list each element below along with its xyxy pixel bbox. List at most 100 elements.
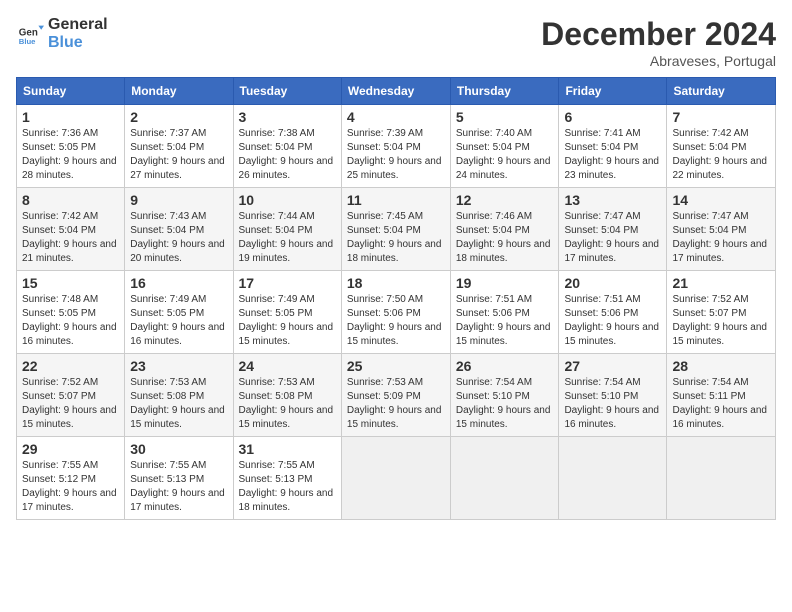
day-info: Sunrise: 7:51 AMSunset: 5:06 PMDaylight:…	[456, 293, 554, 349]
day-cell: 29 Sunrise: 7:55 AMSunset: 5:12 PMDayligh…	[17, 437, 125, 520]
day-number: 20	[564, 275, 661, 291]
day-cell: 5 Sunrise: 7:40 AMSunset: 5:04 PMDaylight…	[450, 105, 559, 188]
day-cell	[341, 437, 450, 520]
day-number: 2	[130, 109, 227, 125]
day-info: Sunrise: 7:54 AMSunset: 5:10 PMDaylight:…	[564, 376, 661, 432]
svg-text:Blue: Blue	[19, 37, 36, 46]
day-number: 14	[672, 192, 770, 208]
day-number: 22	[22, 358, 119, 374]
col-header-tuesday: Tuesday	[233, 78, 341, 105]
week-row-2: 8 Sunrise: 7:42 AMSunset: 5:04 PMDaylight…	[17, 188, 776, 271]
day-cell: 13Sunrise: 7:47 AMSunset: 5:04 PMDayligh…	[559, 188, 667, 271]
day-cell: 19Sunrise: 7:51 AMSunset: 5:06 PMDayligh…	[450, 271, 559, 354]
day-cell: 28 Sunrise: 7:54 AMSunset: 5:11 PMDayligh…	[667, 354, 776, 437]
day-info: Sunrise: 7:40 AMSunset: 5:04 PMDaylight:…	[456, 127, 554, 183]
day-number: 17	[239, 275, 336, 291]
day-number: 24	[239, 358, 336, 374]
day-info: Sunrise: 7:54 AMSunset: 5:10 PMDaylight:…	[456, 376, 554, 432]
day-info: Sunrise: 7:54 AMSunset: 5:11 PMDaylight:…	[672, 376, 770, 432]
week-row-5: 29 Sunrise: 7:55 AMSunset: 5:12 PMDayligh…	[17, 437, 776, 520]
day-cell: 9Sunrise: 7:43 AMSunset: 5:04 PMDaylight…	[125, 188, 233, 271]
day-info: Sunrise: 7:44 AMSunset: 5:04 PMDaylight:…	[239, 210, 336, 266]
day-cell	[559, 437, 667, 520]
day-number: 1	[22, 109, 119, 125]
col-header-sunday: Sunday	[17, 78, 125, 105]
day-info: Sunrise: 7:49 AMSunset: 5:05 PMDaylight:…	[239, 293, 336, 349]
day-number: 7	[672, 109, 770, 125]
col-header-thursday: Thursday	[450, 78, 559, 105]
day-info: Sunrise: 7:39 AMSunset: 5:04 PMDaylight:…	[347, 127, 445, 183]
day-info: Sunrise: 7:42 AMSunset: 5:04 PMDaylight:…	[22, 210, 119, 266]
day-cell: 8 Sunrise: 7:42 AMSunset: 5:04 PMDaylight…	[17, 188, 125, 271]
day-cell: 4 Sunrise: 7:39 AMSunset: 5:04 PMDaylight…	[341, 105, 450, 188]
week-row-3: 15 Sunrise: 7:48 AMSunset: 5:05 PMDayligh…	[17, 271, 776, 354]
day-info: Sunrise: 7:48 AMSunset: 5:05 PMDaylight:…	[22, 293, 119, 349]
day-info: Sunrise: 7:53 AMSunset: 5:08 PMDaylight:…	[130, 376, 227, 432]
calendar-table: SundayMondayTuesdayWednesdayThursdayFrid…	[16, 77, 776, 520]
day-cell	[450, 437, 559, 520]
day-number: 10	[239, 192, 336, 208]
title-block: December 2024 Abraveses, Portugal	[541, 16, 776, 69]
day-info: Sunrise: 7:52 AMSunset: 5:07 PMDaylight:…	[22, 376, 119, 432]
day-cell: 24Sunrise: 7:53 AMSunset: 5:08 PMDayligh…	[233, 354, 341, 437]
day-number: 16	[130, 275, 227, 291]
logo-icon: Gen Blue	[16, 20, 44, 48]
day-cell	[667, 437, 776, 520]
day-number: 13	[564, 192, 661, 208]
location: Abraveses, Portugal	[541, 53, 776, 69]
day-number: 3	[239, 109, 336, 125]
day-info: Sunrise: 7:49 AMSunset: 5:05 PMDaylight:…	[130, 293, 227, 349]
week-row-4: 22 Sunrise: 7:52 AMSunset: 5:07 PMDayligh…	[17, 354, 776, 437]
day-number: 8	[22, 192, 119, 208]
day-number: 28	[672, 358, 770, 374]
day-cell: 22 Sunrise: 7:52 AMSunset: 5:07 PMDayligh…	[17, 354, 125, 437]
day-cell: 1 Sunrise: 7:36 AMSunset: 5:05 PMDaylight…	[17, 105, 125, 188]
day-cell: 10 Sunrise: 7:44 AMSunset: 5:04 PMDayligh…	[233, 188, 341, 271]
day-cell: 15 Sunrise: 7:48 AMSunset: 5:05 PMDayligh…	[17, 271, 125, 354]
day-cell: 7 Sunrise: 7:42 AMSunset: 5:04 PMDaylight…	[667, 105, 776, 188]
day-info: Sunrise: 7:55 AMSunset: 5:13 PMDaylight:…	[239, 459, 336, 515]
day-info: Sunrise: 7:52 AMSunset: 5:07 PMDaylight:…	[672, 293, 770, 349]
month-title: December 2024	[541, 16, 776, 53]
day-info: Sunrise: 7:37 AMSunset: 5:04 PMDaylight:…	[130, 127, 227, 183]
day-number: 26	[456, 358, 554, 374]
day-cell: 18Sunrise: 7:50 AMSunset: 5:06 PMDayligh…	[341, 271, 450, 354]
day-cell: 6 Sunrise: 7:41 AMSunset: 5:04 PMDaylight…	[559, 105, 667, 188]
day-number: 29	[22, 441, 119, 457]
day-number: 25	[347, 358, 445, 374]
day-number: 30	[130, 441, 227, 457]
day-info: Sunrise: 7:45 AMSunset: 5:04 PMDaylight:…	[347, 210, 445, 266]
day-cell: 23 Sunrise: 7:53 AMSunset: 5:08 PMDayligh…	[125, 354, 233, 437]
day-number: 5	[456, 109, 554, 125]
day-info: Sunrise: 7:42 AMSunset: 5:04 PMDaylight:…	[672, 127, 770, 183]
day-cell: 30Sunrise: 7:55 AMSunset: 5:13 PMDayligh…	[125, 437, 233, 520]
col-header-saturday: Saturday	[667, 78, 776, 105]
day-number: 4	[347, 109, 445, 125]
day-number: 15	[22, 275, 119, 291]
day-info: Sunrise: 7:38 AMSunset: 5:04 PMDaylight:…	[239, 127, 336, 183]
day-info: Sunrise: 7:46 AMSunset: 5:04 PMDaylight:…	[456, 210, 554, 266]
logo-text-line1: General	[48, 16, 108, 34]
day-info: Sunrise: 7:47 AMSunset: 5:04 PMDaylight:…	[672, 210, 770, 266]
day-number: 31	[239, 441, 336, 457]
day-info: Sunrise: 7:41 AMSunset: 5:04 PMDaylight:…	[564, 127, 661, 183]
day-cell: 16 Sunrise: 7:49 AMSunset: 5:05 PMDayligh…	[125, 271, 233, 354]
day-cell: 25 Sunrise: 7:53 AMSunset: 5:09 PMDayligh…	[341, 354, 450, 437]
day-cell: 3 Sunrise: 7:38 AMSunset: 5:04 PMDaylight…	[233, 105, 341, 188]
day-info: Sunrise: 7:36 AMSunset: 5:05 PMDaylight:…	[22, 127, 119, 183]
day-cell: 20 Sunrise: 7:51 AMSunset: 5:06 PMDayligh…	[559, 271, 667, 354]
day-cell: 14 Sunrise: 7:47 AMSunset: 5:04 PMDayligh…	[667, 188, 776, 271]
col-header-friday: Friday	[559, 78, 667, 105]
day-info: Sunrise: 7:51 AMSunset: 5:06 PMDaylight:…	[564, 293, 661, 349]
day-info: Sunrise: 7:55 AMSunset: 5:12 PMDaylight:…	[22, 459, 119, 515]
day-cell: 11Sunrise: 7:45 AMSunset: 5:04 PMDayligh…	[341, 188, 450, 271]
day-cell: 12Sunrise: 7:46 AMSunset: 5:04 PMDayligh…	[450, 188, 559, 271]
day-number: 6	[564, 109, 661, 125]
day-info: Sunrise: 7:53 AMSunset: 5:09 PMDaylight:…	[347, 376, 445, 432]
day-number: 9	[130, 192, 227, 208]
day-cell: 2 Sunrise: 7:37 AMSunset: 5:04 PMDaylight…	[125, 105, 233, 188]
day-number: 27	[564, 358, 661, 374]
day-cell: 31 Sunrise: 7:55 AMSunset: 5:13 PMDayligh…	[233, 437, 341, 520]
day-number: 23	[130, 358, 227, 374]
day-cell: 27 Sunrise: 7:54 AMSunset: 5:10 PMDayligh…	[559, 354, 667, 437]
